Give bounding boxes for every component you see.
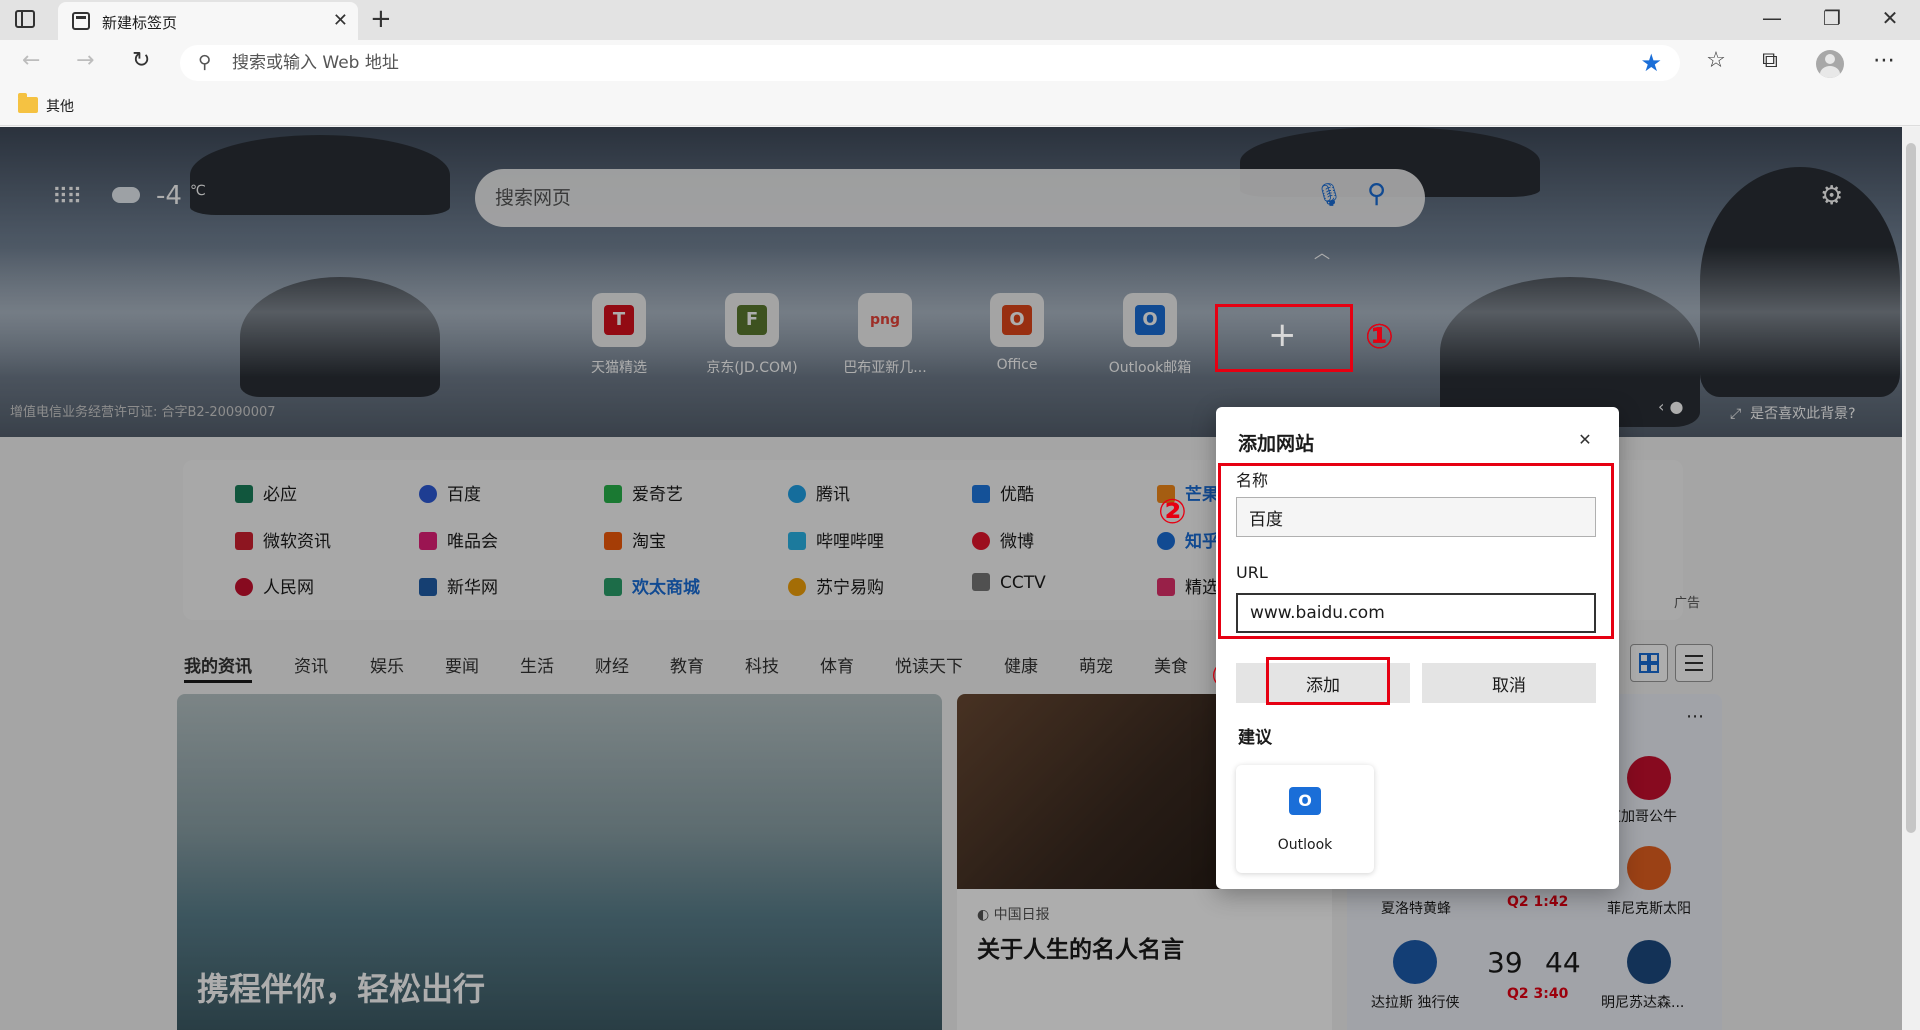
- title-bar: 新建标签页 ✕ + — ❐ ✕: [0, 0, 1920, 40]
- refresh-icon[interactable]: ↻: [132, 48, 150, 73]
- plus-icon: +: [1268, 315, 1297, 355]
- add-site-tile-highlight[interactable]: +: [1215, 304, 1353, 372]
- annotation-1-overlay: ①: [1365, 317, 1394, 357]
- url-field[interactable]: [1236, 593, 1596, 633]
- search-icon: ⚲: [198, 52, 212, 73]
- suggestions-title: 建议: [1238, 728, 1272, 748]
- favorites-icon[interactable]: ☆: [1700, 48, 1732, 73]
- suggestion-label: Outlook: [1277, 837, 1333, 853]
- minimize-button[interactable]: —: [1752, 6, 1792, 30]
- outlook-icon: O: [1289, 787, 1321, 815]
- dialog-title: 添加网站: [1238, 433, 1315, 455]
- add-site-dialog: 添加网站 ✕ 名称 URL 添加 取消 建议 O Outlook: [1216, 407, 1619, 889]
- cancel-button[interactable]: 取消: [1422, 663, 1596, 703]
- restore-button[interactable]: ❐: [1812, 6, 1852, 30]
- tab-actions-icon[interactable]: [14, 8, 44, 34]
- close-icon[interactable]: ✕: [1570, 425, 1600, 455]
- folder-icon: [18, 93, 38, 113]
- favorites-bar: 其他: [0, 86, 1920, 126]
- annotation-2: ②: [1158, 492, 1187, 532]
- suggestion-outlook[interactable]: O Outlook: [1236, 765, 1374, 873]
- more-options-icon[interactable]: ⋯: [1868, 48, 1900, 73]
- address-input[interactable]: [232, 50, 1432, 76]
- scrollbar-thumb[interactable]: [1906, 143, 1916, 833]
- tab-close-icon[interactable]: ✕: [333, 10, 348, 31]
- add-button[interactable]: 添加: [1236, 663, 1410, 703]
- favorite-star-icon[interactable]: ★: [1640, 49, 1662, 77]
- tab-title: 新建标签页: [102, 14, 178, 32]
- active-tab[interactable]: 新建标签页 ✕: [58, 2, 358, 40]
- close-window-button[interactable]: ✕: [1870, 6, 1910, 30]
- favorites-folder[interactable]: 其他: [46, 96, 74, 116]
- new-tab-button[interactable]: +: [370, 4, 392, 34]
- page-scrollbar[interactable]: [1902, 127, 1920, 1030]
- address-bar[interactable]: ⚲ ★: [180, 45, 1680, 81]
- browser-toolbar: ← → ↻ ⚲ ★ ☆ ⧉ ⋯: [0, 40, 1920, 86]
- back-icon[interactable]: ←: [22, 48, 40, 73]
- url-label: URL: [1236, 563, 1268, 582]
- collections-icon[interactable]: ⧉: [1754, 48, 1786, 73]
- forward-icon[interactable]: →: [76, 48, 94, 73]
- new-tab-icon: [72, 12, 90, 30]
- profile-avatar[interactable]: [1816, 50, 1844, 78]
- name-field[interactable]: [1236, 497, 1596, 537]
- name-label: 名称: [1236, 471, 1269, 490]
